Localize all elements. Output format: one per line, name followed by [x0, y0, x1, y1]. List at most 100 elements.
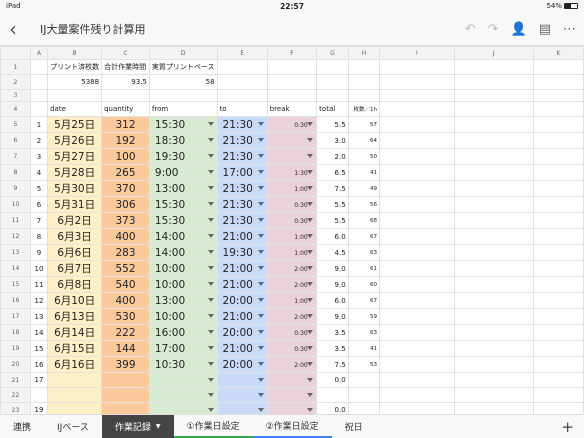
from-time-cell[interactable]: 10:30 — [148, 356, 218, 373]
quantity-cell[interactable]: 312 — [101, 116, 150, 133]
cell[interactable] — [453, 212, 534, 229]
tab-menu-caret-icon[interactable]: ▼ — [156, 423, 161, 430]
cell[interactable] — [379, 308, 455, 325]
cell[interactable] — [453, 244, 534, 261]
cell[interactable] — [29, 59, 49, 75]
date-cell[interactable]: 5月28日 — [47, 164, 103, 181]
sheet-tab[interactable]: IJベース — [44, 415, 102, 438]
pace-cell[interactable]: 63 — [347, 324, 381, 341]
cell[interactable] — [379, 228, 455, 245]
dropdown-arrow-icon[interactable] — [257, 378, 264, 382]
cell[interactable] — [532, 387, 584, 403]
break-cell[interactable]: 0:30 — [266, 196, 318, 213]
cell[interactable] — [316, 59, 349, 75]
from-time-cell[interactable]: 9:00 — [148, 164, 218, 181]
total-cell[interactable]: 3.5 — [316, 340, 349, 357]
cell[interactable] — [47, 89, 103, 102]
from-time-cell[interactable]: 15:30 — [148, 196, 218, 213]
index-cell[interactable]: 19 — [29, 402, 49, 414]
cell[interactable] — [532, 324, 584, 341]
cell[interactable] — [379, 356, 455, 373]
break-cell[interactable]: 2:00 — [266, 356, 318, 373]
date-cell[interactable]: 5月27日 — [47, 148, 103, 165]
row-header[interactable]: 6 — [0, 132, 31, 149]
to-header[interactable]: to — [216, 101, 268, 117]
pace-cell[interactable]: 59 — [347, 308, 381, 325]
break-cell[interactable]: 2:00 — [266, 308, 318, 325]
to-time-cell[interactable]: 20:00 — [216, 356, 268, 373]
date-cell[interactable]: 6月13日 — [47, 308, 103, 325]
date-cell[interactable]: 5月30日 — [47, 180, 103, 197]
cell[interactable] — [216, 59, 268, 75]
cell[interactable] — [532, 402, 584, 414]
pace-cell[interactable]: 67 — [347, 228, 381, 245]
date-cell[interactable]: 6月7日 — [47, 260, 103, 277]
cell[interactable] — [453, 308, 534, 325]
index-cell[interactable]: 15 — [29, 340, 49, 357]
dropdown-arrow-icon[interactable] — [207, 408, 214, 412]
dropdown-arrow-icon[interactable] — [207, 330, 214, 334]
dropdown-arrow-icon[interactable] — [257, 186, 264, 190]
dropdown-arrow-icon[interactable] — [257, 218, 264, 222]
break-cell[interactable]: 0:30 — [266, 324, 318, 341]
row-header[interactable]: 22 — [0, 387, 31, 403]
cell[interactable] — [453, 276, 534, 293]
cell[interactable] — [316, 74, 349, 90]
break-cell[interactable]: 1:00 — [266, 244, 318, 261]
total-cell[interactable]: 3.0 — [316, 132, 349, 149]
index-cell[interactable]: 14 — [29, 324, 49, 341]
dropdown-arrow-icon[interactable] — [207, 170, 214, 174]
cell[interactable] — [379, 74, 455, 90]
printed-count-value[interactable]: 5388 — [47, 74, 103, 90]
date-cell[interactable] — [47, 372, 103, 388]
pace-cell[interactable]: 56 — [347, 196, 381, 213]
cell[interactable] — [453, 132, 534, 149]
date-cell[interactable]: 6月3日 — [47, 228, 103, 245]
to-time-cell[interactable]: 21:00 — [216, 260, 268, 277]
dropdown-arrow-icon[interactable] — [307, 122, 314, 126]
quantity-cell[interactable]: 306 — [101, 196, 150, 213]
row-header[interactable]: 15 — [0, 276, 31, 293]
cell[interactable] — [453, 116, 534, 133]
add-person-icon[interactable]: 👤 — [511, 22, 527, 37]
cell[interactable] — [453, 196, 534, 213]
pace-cell[interactable]: 50 — [347, 148, 381, 165]
cell[interactable] — [532, 116, 584, 133]
comment-icon[interactable]: ▤ — [539, 22, 551, 37]
dropdown-arrow-icon[interactable] — [307, 346, 314, 350]
cell[interactable] — [29, 89, 49, 102]
break-cell[interactable]: 0:30 — [266, 212, 318, 229]
row-header[interactable]: 8 — [0, 164, 31, 181]
cell[interactable] — [453, 148, 534, 165]
cell[interactable] — [453, 340, 534, 357]
quantity-cell[interactable]: 144 — [101, 340, 150, 357]
cell[interactable] — [453, 402, 534, 414]
total-cell[interactable]: 3.5 — [316, 324, 349, 341]
index-cell[interactable]: 8 — [29, 228, 49, 245]
more-options-icon[interactable]: ⋯ — [563, 22, 576, 37]
dropdown-arrow-icon[interactable] — [207, 122, 214, 126]
break-cell[interactable]: 0:30 — [266, 116, 318, 133]
date-cell[interactable]: 6月14日 — [47, 324, 103, 341]
cell[interactable] — [148, 89, 218, 102]
to-time-cell[interactable]: 21:30 — [216, 196, 268, 213]
cell[interactable] — [532, 196, 584, 213]
break-cell[interactable]: 2:00 — [266, 276, 318, 293]
pace-cell[interactable] — [347, 387, 381, 403]
total-cell[interactable]: 5.5 — [316, 212, 349, 229]
column-header-i[interactable]: I — [379, 46, 455, 60]
dropdown-arrow-icon[interactable] — [307, 170, 314, 174]
cell[interactable] — [266, 89, 318, 102]
column-header-h[interactable]: H — [347, 46, 381, 60]
pace-cell[interactable]: 64 — [347, 132, 381, 149]
quantity-cell[interactable]: 540 — [101, 276, 150, 293]
dropdown-arrow-icon[interactable] — [257, 202, 264, 206]
row-header[interactable]: 20 — [0, 356, 31, 373]
pace-cell[interactable]: 41 — [347, 340, 381, 357]
dropdown-arrow-icon[interactable] — [257, 154, 264, 158]
pace-cell[interactable]: 49 — [347, 180, 381, 197]
total-cell[interactable]: 6.0 — [316, 228, 349, 245]
quantity-cell[interactable]: 370 — [101, 180, 150, 197]
cell[interactable] — [379, 148, 455, 165]
dropdown-arrow-icon[interactable] — [307, 408, 314, 412]
